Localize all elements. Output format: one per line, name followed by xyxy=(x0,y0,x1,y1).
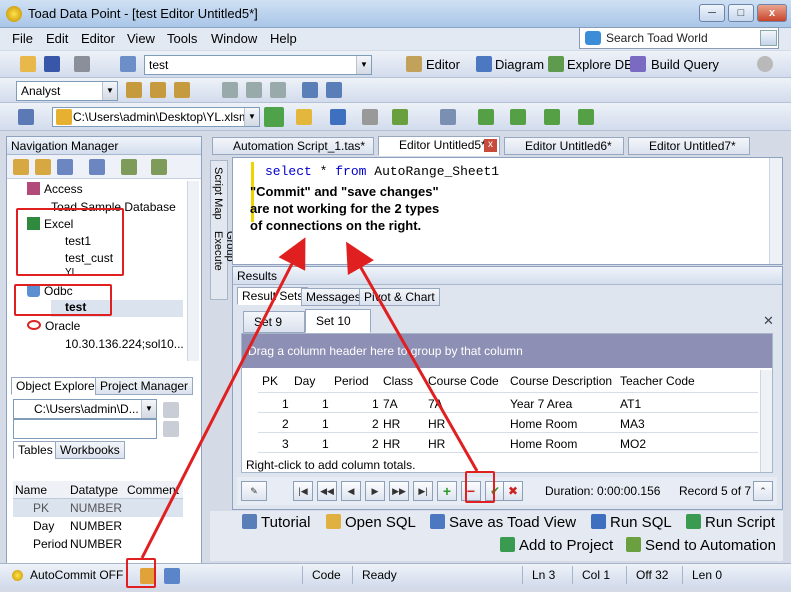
annotation-arrows xyxy=(140,237,479,559)
arrow-commit xyxy=(140,237,306,559)
arrow-save-changes xyxy=(346,241,479,472)
